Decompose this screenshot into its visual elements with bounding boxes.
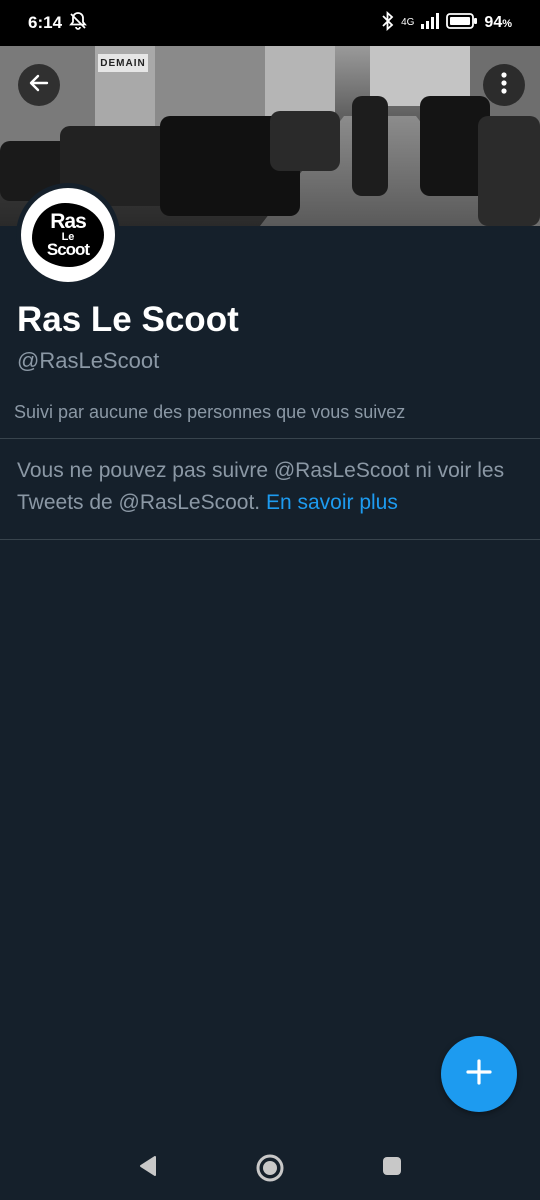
battery-unit: %: [502, 18, 512, 30]
protected-notice-text: Vous ne pouvez pas suivre @RasLeScoot ni…: [17, 459, 505, 514]
compose-tweet-button[interactable]: [441, 1036, 517, 1112]
divider: [0, 539, 540, 540]
battery-percent: 94%: [484, 14, 512, 32]
network-type-label: 4G: [401, 17, 415, 28]
protected-account-notice: Vous ne pouvez pas suivre @RasLeScoot ni…: [17, 455, 517, 519]
divider: [0, 438, 540, 439]
profile-display-name: Ras Le Scoot: [17, 300, 239, 339]
banner-shop-sign: DEMAIN: [98, 54, 148, 72]
avatar-logo: Ras Le Scoot: [21, 188, 115, 282]
bluetooth-icon: [381, 10, 395, 36]
square-recent-icon: [378, 1152, 406, 1185]
bell-off-icon: [68, 11, 88, 36]
signal-icon: [420, 12, 440, 35]
avatar-logo-text-3: Scoot: [46, 240, 90, 260]
nav-recent-apps-button[interactable]: [378, 1152, 406, 1185]
profile-handle: @RasLeScoot: [17, 348, 160, 373]
triangle-back-icon: [134, 1152, 162, 1185]
learn-more-link[interactable]: En savoir plus: [266, 491, 398, 514]
nav-back-button[interactable]: [134, 1152, 162, 1185]
avatar-logo-mark: Ras Le Scoot: [32, 203, 104, 267]
more-options-button[interactable]: [483, 64, 525, 106]
status-left: 6:14: [28, 11, 88, 36]
battery-value: 94: [484, 14, 503, 31]
profile-avatar[interactable]: Ras Le Scoot: [16, 183, 120, 287]
followed-by-text: Suivi par aucune des personnes que vous …: [14, 402, 406, 422]
clock: 6:14: [28, 13, 63, 32]
back-arrow-icon: [27, 71, 51, 100]
avatar-logo-text-1: Ras: [50, 209, 87, 233]
battery-icon: [446, 12, 478, 35]
back-button[interactable]: [18, 64, 60, 106]
nav-home-button[interactable]: [254, 1152, 286, 1189]
circle-home-icon: [254, 1152, 286, 1189]
status-bar: 6:14 4G 94%: [0, 0, 540, 46]
more-vertical-icon: [500, 71, 508, 100]
status-right: 4G 94%: [381, 10, 512, 36]
system-navigation-bar: [0, 1134, 540, 1200]
plus-icon: [464, 1057, 494, 1092]
